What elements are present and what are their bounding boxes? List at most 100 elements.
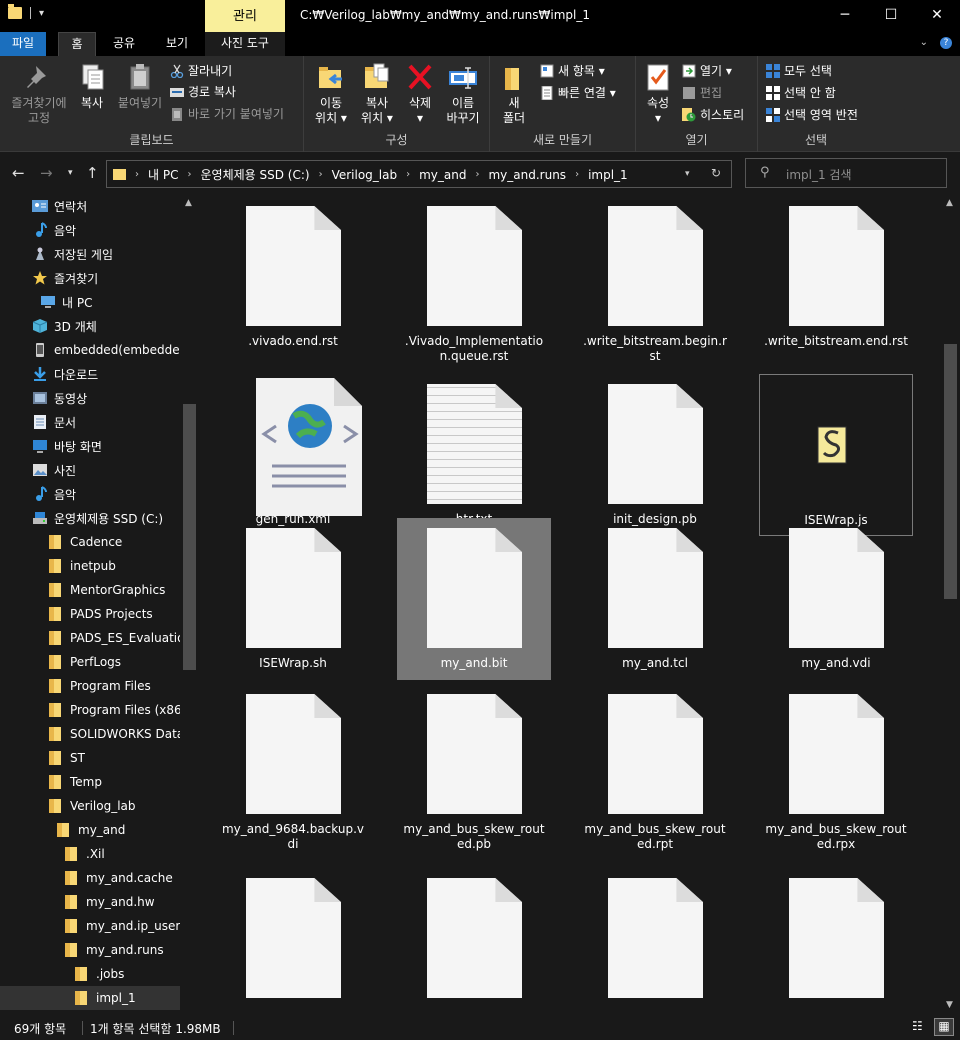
sidebar-item-item-9[interactable]: 문서 <box>0 410 180 434</box>
sidebar-scrollbar[interactable]: ▲ <box>181 194 198 1016</box>
file-item[interactable]: htr.txt <box>397 374 551 536</box>
open-button[interactable]: 열기 ▾ <box>682 62 732 79</box>
chevron-right-icon[interactable]: › <box>575 169 579 180</box>
sidebar-item-my-and-cache[interactable]: my_and.cache <box>0 866 180 890</box>
tab-share[interactable]: 공유 <box>104 32 144 56</box>
maximize-button[interactable]: ☐ <box>868 0 914 32</box>
details-view-icon[interactable]: ☷ <box>912 1019 923 1033</box>
pin-to-quick-access-button[interactable]: 즐겨찾기에 고정 <box>4 62 74 126</box>
tab-view[interactable]: 보기 <box>156 32 198 56</box>
file-item[interactable]: my_and.tcl <box>578 518 732 680</box>
sidebar-item-temp[interactable]: Temp <box>0 770 180 794</box>
large-icons-view-icon[interactable]: ▦ <box>934 1018 954 1036</box>
breadcrumb-my-and-runs[interactable]: my_and.runs <box>488 168 566 182</box>
paste-shortcut-button[interactable]: 바로 가기 붙여넣기 <box>170 105 284 122</box>
address-bar[interactable]: › 내 PC › 운영체제용 SSD (C:) › Verilog_lab › … <box>106 160 732 188</box>
sidebar-item-my-and-hw[interactable]: my_and.hw <box>0 890 180 914</box>
chevron-right-icon[interactable]: › <box>187 169 191 180</box>
properties-button[interactable]: 속성 ▾ <box>640 62 676 126</box>
breadcrumb-this-pc[interactable]: 내 PC <box>148 166 178 183</box>
scroll-thumb[interactable] <box>944 344 957 599</box>
copy-button[interactable]: 복사 <box>74 62 110 111</box>
paste-button[interactable]: 붙여넣기 <box>112 62 168 111</box>
up-arrow-icon[interactable]: ↑ <box>86 164 99 182</box>
file-item[interactable]: gen_run.xml <box>216 374 370 536</box>
sidebar-item-jobs[interactable]: .jobs <box>0 962 180 986</box>
easy-access-button[interactable]: 빠른 연결 ▾ <box>540 84 616 101</box>
invert-selection-button[interactable]: 선택 영역 반전 <box>766 106 858 123</box>
sidebar-item-verilog-lab[interactable]: Verilog_lab <box>0 794 180 818</box>
select-none-button[interactable]: 선택 안 함 <box>766 84 836 101</box>
tab-picture-tools[interactable]: 사진 도구 <box>205 32 285 56</box>
rename-button[interactable]: 이름 바꾸기 <box>440 62 486 126</box>
sidebar-item-item-3[interactable]: 즐겨찾기 <box>0 266 180 290</box>
file-item[interactable]: my_and_bus_skew_routed.rpt <box>578 684 732 851</box>
search-input[interactable]: ⚲ impl_1 검색 <box>745 158 947 188</box>
sidebar-item-pc[interactable]: 내 PC <box>0 290 180 314</box>
scroll-up-icon[interactable]: ▲ <box>946 198 953 208</box>
new-item-button[interactable]: 새 항목 ▾ <box>540 62 605 79</box>
file-item[interactable]: my_and_bus_skew_routed.pb <box>397 684 551 851</box>
file-item[interactable]: my_and.vdi <box>759 518 913 680</box>
file-item[interactable]: my_and_bus_skew_routed.rpx <box>759 684 913 851</box>
customize-quick-access-icon[interactable]: ▾ <box>39 8 44 19</box>
sidebar-item-item-7[interactable]: 다운로드 <box>0 362 180 386</box>
file-item[interactable]: ISEWrap.sh <box>216 518 370 680</box>
sidebar-item-my-and[interactable]: my_and <box>0 818 180 842</box>
sidebar-item-pads-projects[interactable]: PADS Projects <box>0 602 180 626</box>
file-item[interactable] <box>216 868 370 1016</box>
sidebar-item-item-0[interactable]: 연락처 <box>0 194 180 218</box>
sidebar-item-item-12[interactable]: 음악 <box>0 482 180 506</box>
move-to-button[interactable]: 이동 위치 ▾ <box>308 62 354 126</box>
scroll-up-icon[interactable]: ▲ <box>185 198 192 208</box>
file-item[interactable]: .write_bitstream.end.rst <box>759 196 913 358</box>
sidebar-item-mentorgraphics[interactable]: MentorGraphics <box>0 578 180 602</box>
file-item[interactable]: ISEWrap.js <box>759 374 913 536</box>
sidebar-item-item-1[interactable]: 음악 <box>0 218 180 242</box>
sidebar-item-inetpub[interactable]: inetpub <box>0 554 180 578</box>
folder-icon[interactable] <box>8 4 22 19</box>
sidebar-item-embedded-embedded[interactable]: embedded(embedded <box>0 338 180 362</box>
sidebar-item-st[interactable]: ST <box>0 746 180 770</box>
chevron-right-icon[interactable]: › <box>475 169 479 180</box>
sidebar-item-item-10[interactable]: 바탕 화면 <box>0 434 180 458</box>
chevron-right-icon[interactable]: › <box>135 169 139 180</box>
file-item[interactable]: my_and_9684.backup.vdi <box>216 684 370 851</box>
sidebar-item-solidworks-data[interactable]: SOLIDWORKS Data <box>0 722 180 746</box>
sidebar-item-cadence[interactable]: Cadence <box>0 530 180 554</box>
sidebar-item-program-files[interactable]: Program Files <box>0 674 180 698</box>
address-dropdown-icon[interactable]: ▾ <box>685 169 690 179</box>
sidebar-item-item-11[interactable]: 사진 <box>0 458 180 482</box>
sidebar-item-my-and-ip-user-fi[interactable]: my_and.ip_user_fi <box>0 914 180 938</box>
file-list-scrollbar[interactable]: ▲ ▼ <box>941 194 960 1016</box>
chevron-right-icon[interactable]: › <box>319 169 323 180</box>
file-item[interactable]: my_and.bit <box>397 518 551 680</box>
sidebar-item-perflogs[interactable]: PerfLogs <box>0 650 180 674</box>
tab-home[interactable]: 홈 <box>58 32 96 56</box>
sidebar-item-xil[interactable]: .Xil <box>0 842 180 866</box>
sidebar-item-3d[interactable]: 3D 개체 <box>0 314 180 338</box>
refresh-icon[interactable]: ↻ <box>711 166 721 180</box>
sidebar-item-item-2[interactable]: 저장된 게임 <box>0 242 180 266</box>
breadcrumb-impl-1[interactable]: impl_1 <box>588 168 628 182</box>
cut-button[interactable]: 잘라내기 <box>170 62 232 79</box>
recent-locations-icon[interactable]: ▾ <box>68 168 73 178</box>
copy-to-button[interactable]: 복사 위치 ▾ <box>354 62 400 126</box>
file-item[interactable]: .write_bitstream.begin.rst <box>578 196 732 363</box>
forward-arrow-icon[interactable]: → <box>40 164 53 182</box>
new-folder-button[interactable]: 새 폴더 <box>494 62 534 126</box>
chevron-right-icon[interactable]: › <box>406 169 410 180</box>
delete-button[interactable]: 삭제 ▾ <box>402 62 438 126</box>
collapse-ribbon-icon[interactable]: ⌄ <box>920 37 928 49</box>
file-item[interactable]: .vivado.end.rst <box>216 196 370 358</box>
tab-file[interactable]: 파일 <box>0 32 46 56</box>
copy-path-button[interactable]: 경로 복사 <box>170 83 236 100</box>
file-item[interactable] <box>397 868 551 1016</box>
minimize-button[interactable]: ─ <box>822 0 868 32</box>
file-item[interactable]: init_design.pb <box>578 374 732 536</box>
context-tab-manage[interactable]: 관리 <box>205 0 285 32</box>
scroll-down-icon[interactable]: ▼ <box>946 1000 953 1010</box>
breadcrumb-drive[interactable]: 운영체제용 SSD (C:) <box>200 166 309 183</box>
help-icon[interactable]: ? <box>940 37 952 49</box>
edit-button[interactable]: 편집 <box>682 84 722 101</box>
